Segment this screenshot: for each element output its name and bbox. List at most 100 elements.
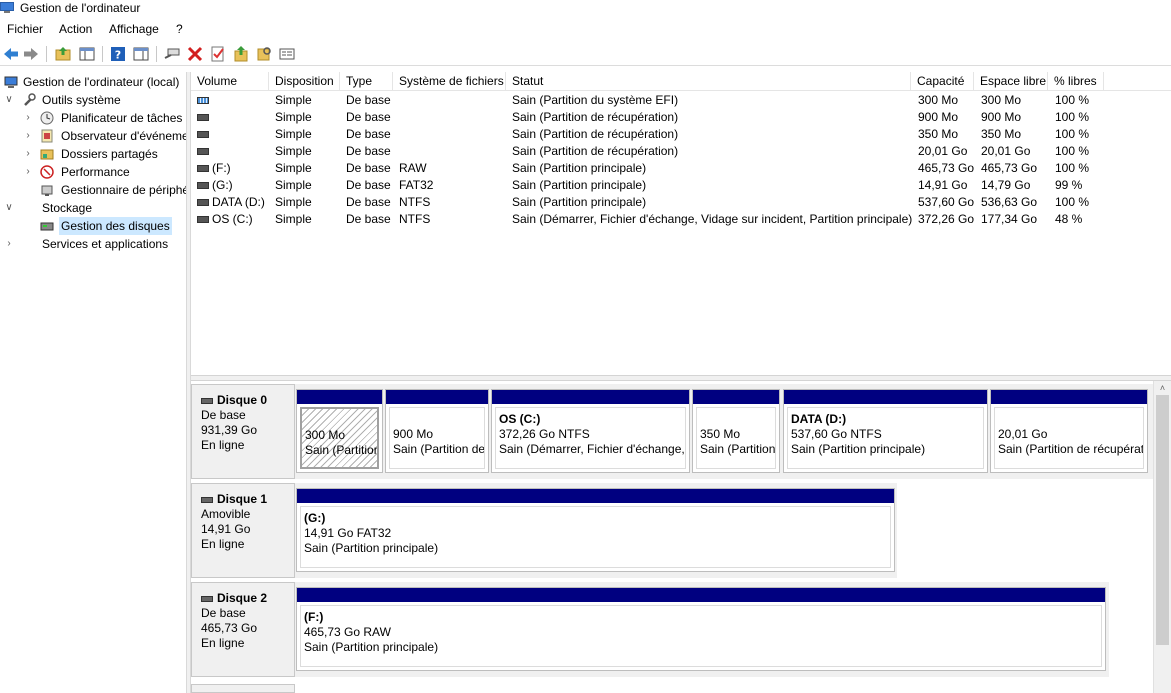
- export-icon[interactable]: [232, 45, 250, 63]
- computer-management-icon: [0, 2, 14, 13]
- disk-name: Disque 1: [201, 492, 294, 507]
- cell-percent-free: 100 %: [1055, 144, 1090, 158]
- cell-capacity: 465,73 Go: [918, 161, 975, 175]
- partition-size: 537,60 Go NTFS: [791, 427, 882, 441]
- column-header-free-space[interactable]: Espace libre: [974, 72, 1048, 91]
- cell-percent-free: 48 %: [1055, 212, 1083, 226]
- volume-icon: [197, 114, 209, 121]
- disk-name-text: Disque 0: [217, 393, 268, 407]
- column-header-percent-free[interactable]: % libres: [1048, 72, 1104, 91]
- menu-action[interactable]: Action: [58, 22, 93, 36]
- cell-free-space: 20,01 Go: [981, 144, 1031, 158]
- volume-row[interactable]: (G:) Simple De base FAT32 Sain (Partition pr…: [191, 177, 1171, 194]
- scrollbar-thumb[interactable]: [1156, 395, 1169, 645]
- cell-percent-free: 100 %: [1055, 195, 1090, 209]
- partition-size: 14,91 Go FAT32: [304, 526, 392, 540]
- tree-item-label: Planificateur de tâches: [61, 111, 183, 125]
- column-header-capacity[interactable]: Capacité: [911, 72, 974, 91]
- console-tree: Gestion de l'ordinateur (local) ∨ Outils…: [0, 72, 186, 693]
- expanded-chevron-icon[interactable]: ∨: [4, 91, 14, 109]
- partition-label: DATA (D:): [791, 412, 847, 426]
- menu-bar: Fichier Action Affichage ?: [0, 20, 1171, 40]
- partition-block[interactable]: (G:) 14,91 Go FAT32 Sain (Partition princi…: [296, 488, 895, 572]
- vertical-scrollbar[interactable]: ˄: [1153, 381, 1171, 693]
- properties-pane-icon[interactable]: [132, 45, 150, 63]
- column-header-volume[interactable]: Volume: [191, 72, 269, 91]
- cell-layout: Simple: [275, 195, 312, 209]
- cell-percent-free: 100 %: [1055, 161, 1090, 175]
- disk-name-text: Disque 2: [217, 591, 268, 605]
- back-arrow-icon[interactable]: [2, 45, 20, 63]
- volume-row[interactable]: Simple De base Sain (Partition de récupéra…: [191, 143, 1171, 160]
- partition-block[interactable]: 300 Mo Sain (Partition: [296, 389, 383, 473]
- show-hide-console-tree-icon[interactable]: [78, 45, 96, 63]
- column-header-status[interactable]: Statut: [506, 72, 911, 91]
- collapsed-chevron-icon[interactable]: ›: [4, 235, 14, 253]
- disk-label-1[interactable]: Disque 1 Amovible 14,91 Go En ligne: [191, 483, 295, 578]
- toolbar-separator: [102, 46, 103, 62]
- collapsed-chevron-icon[interactable]: ›: [23, 109, 33, 127]
- menu-affichage[interactable]: Affichage: [108, 22, 160, 36]
- cell-free-space: 300 Mo: [981, 93, 1022, 107]
- cell-capacity: 372,26 Go: [918, 212, 975, 226]
- partition-label: (F:): [304, 610, 324, 624]
- disk-label-0[interactable]: Disque 0 De base 931,39 Go En ligne: [191, 384, 295, 479]
- search-icon[interactable]: [255, 45, 273, 63]
- partition-block[interactable]: (F:) 465,73 Go RAW Sain (Partition princip…: [296, 587, 1106, 671]
- partition-block[interactable]: 900 Mo Sain (Partition de: [385, 389, 489, 473]
- help-icon[interactable]: ?: [109, 45, 127, 63]
- event-viewer-icon: [41, 129, 53, 143]
- partition-body: (F:) 465,73 Go RAW Sain (Partition princip…: [300, 605, 1102, 667]
- partition-block[interactable]: OS (C:) 372,26 Go NTFS Sain (Démarrer, Fic…: [491, 389, 690, 473]
- column-header-layout[interactable]: Disposition: [269, 72, 340, 91]
- up-folder-icon[interactable]: [54, 45, 72, 63]
- volume-row[interactable]: (F:) Simple De base RAW Sain (Partition prin…: [191, 160, 1171, 177]
- menu-help[interactable]: ?: [175, 22, 184, 36]
- scroll-up-icon[interactable]: ˄: [1154, 381, 1171, 395]
- volume-row[interactable]: Simple De base Sain (Partition de récupéra…: [191, 109, 1171, 126]
- tools-icon: [24, 93, 36, 106]
- disk-size: 465,73 Go: [201, 621, 258, 635]
- partition-block[interactable]: 20,01 Go Sain (Partition de récupérat: [990, 389, 1148, 473]
- volume-row[interactable]: DATA (D:) Simple De base NTFS Sain (Partitio…: [191, 194, 1171, 211]
- partition-bar: [297, 588, 1105, 602]
- cell-free-space: 465,73 Go: [981, 161, 1038, 175]
- menu-fichier[interactable]: Fichier: [6, 22, 44, 36]
- disk-icon: [201, 496, 213, 503]
- storage-icon: [22, 201, 36, 215]
- volume-row[interactable]: Simple De base Sain (Partition du système …: [191, 92, 1171, 109]
- cell-volume: OS (C:): [212, 212, 253, 226]
- collapsed-chevron-icon[interactable]: ›: [23, 163, 33, 181]
- expanded-chevron-icon[interactable]: ∨: [4, 199, 14, 217]
- partition-block[interactable]: DATA (D:) 537,60 Go NTFS Sain (Partition p…: [783, 389, 988, 473]
- cell-capacity: 14,91 Go: [918, 178, 968, 192]
- cell-free-space: 536,63 Go: [981, 195, 1038, 209]
- partition-body: DATA (D:) 537,60 Go NTFS Sain (Partition p…: [787, 407, 984, 469]
- collapsed-chevron-icon[interactable]: ›: [23, 145, 33, 163]
- cell-percent-free: 100 %: [1055, 110, 1090, 124]
- partition-body: 900 Mo Sain (Partition de: [389, 407, 485, 469]
- cell-type: De base: [346, 195, 391, 209]
- cell-free-space: 350 Mo: [981, 127, 1022, 141]
- partition-label-empty: [393, 412, 481, 427]
- column-header-type[interactable]: Type: [340, 72, 393, 91]
- disk-label-2[interactable]: Disque 2 De base 465,73 Go En ligne: [191, 582, 295, 677]
- tree-item-label: Dossiers partagés: [61, 147, 158, 161]
- cell-filesystem: RAW: [399, 161, 427, 175]
- partition-status: Sain (Partition de: [393, 442, 485, 456]
- connect-icon[interactable]: [163, 45, 181, 63]
- disk-kind: De base: [201, 606, 246, 620]
- cell-status: Sain (Partition principale): [512, 161, 647, 175]
- collapsed-chevron-icon[interactable]: ›: [23, 127, 33, 145]
- column-header-filesystem[interactable]: Système de fichiers: [393, 72, 506, 91]
- partition-status: Sain (Partition principale): [304, 541, 439, 555]
- disk-size: 14,91 Go: [201, 522, 251, 536]
- volume-row[interactable]: Simple De base Sain (Partition de récupéra…: [191, 126, 1171, 143]
- forward-arrow-icon[interactable]: [22, 45, 40, 63]
- disk-state: En ligne: [201, 438, 245, 452]
- checkmark-icon[interactable]: [209, 45, 227, 63]
- delete-icon[interactable]: [186, 45, 204, 63]
- volume-row[interactable]: OS (C:) Simple De base NTFS Sain (Démarrer, …: [191, 211, 1171, 228]
- properties-icon[interactable]: [278, 45, 296, 63]
- partition-block[interactable]: 350 Mo Sain (Partition: [692, 389, 780, 473]
